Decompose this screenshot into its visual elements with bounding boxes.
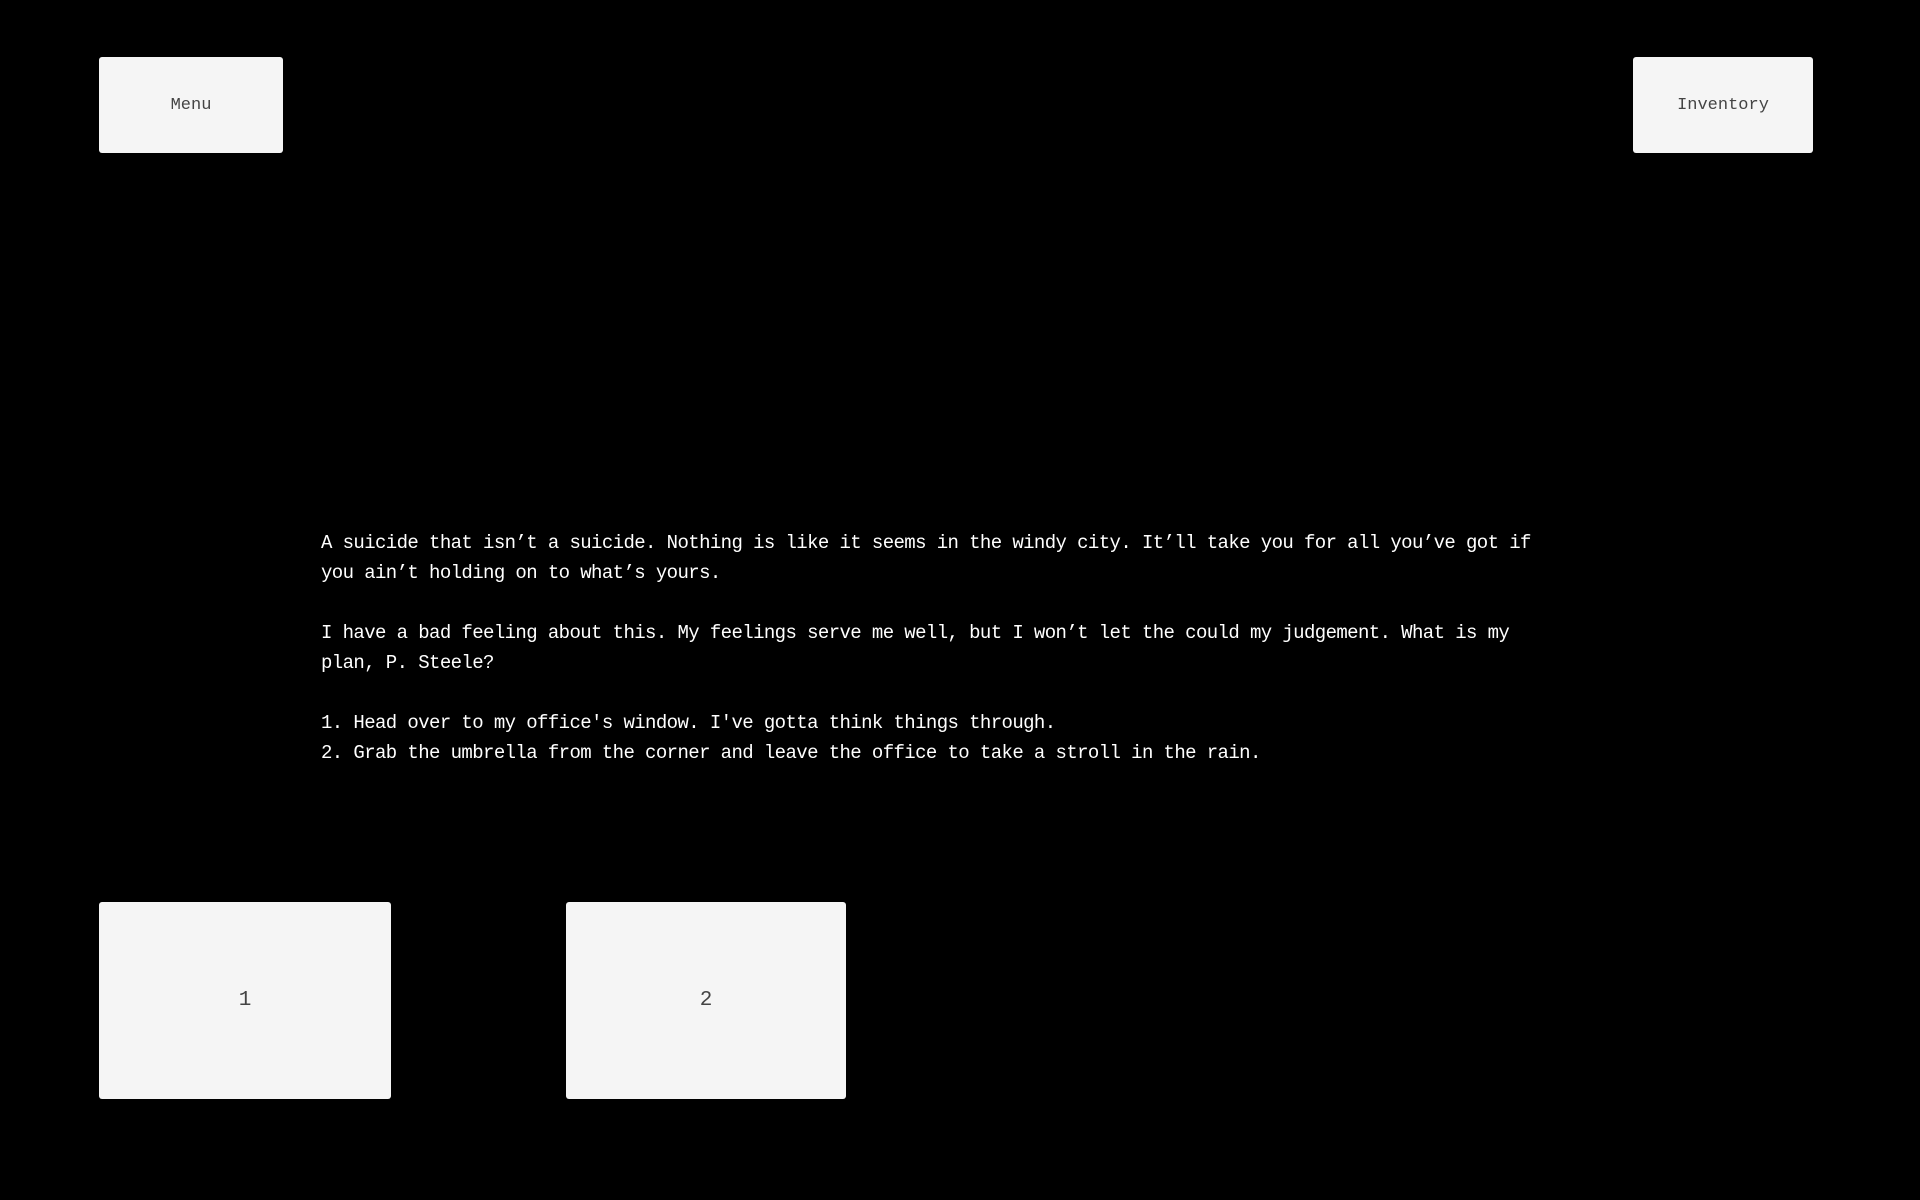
inventory-button[interactable]: Inventory bbox=[1633, 57, 1813, 153]
story-paragraph: A suicide that isn’t a suicide. Nothing … bbox=[321, 532, 1531, 584]
choice-1-button[interactable]: 1 bbox=[99, 902, 391, 1099]
choice-2-button[interactable]: 2 bbox=[566, 902, 846, 1099]
story-paragraph: I have a bad feeling about this. My feel… bbox=[321, 622, 1510, 674]
story-text: A suicide that isn’t a suicide. Nothing … bbox=[321, 528, 1561, 768]
choice-option-text: 2. Grab the umbrella from the corner and… bbox=[321, 742, 1261, 764]
menu-button[interactable]: Menu bbox=[99, 57, 283, 153]
choice-option-text: 1. Head over to my office's window. I've… bbox=[321, 712, 1056, 734]
choice-options-list: 1. Head over to my office's window. I've… bbox=[321, 708, 1561, 768]
